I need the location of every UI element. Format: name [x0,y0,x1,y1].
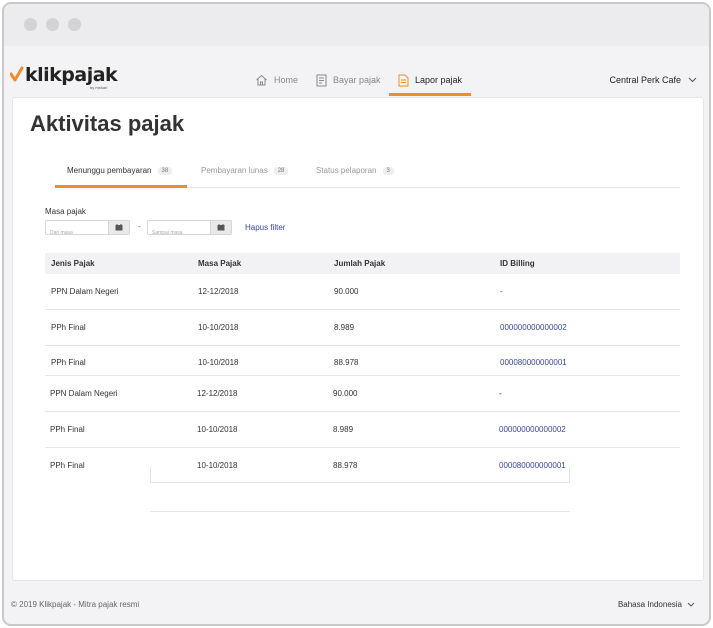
main-card: Aktivitas pajak Menunggu pembayaran 38 P… [12,97,704,581]
check-logo-icon [10,66,24,82]
tab-count-badge: 3 [382,166,394,175]
table-header: Jenis Pajak Masa Pajak Jumlah Pajak ID B… [45,253,680,274]
column-header: Jenis Pajak [51,259,95,268]
calendar-icon[interactable] [108,221,129,234]
cell-jumlah-pajak: 8.989 [333,425,354,434]
tab-label: Pembayaran lunas [201,166,268,175]
window-close-dot[interactable] [24,18,37,31]
date-range-separator: - [138,222,141,231]
table-row[interactable]: PPh Final 10-10/2018 8.989 0000000000000… [45,310,680,346]
tab-label: Status pelaporan [316,166,377,175]
tab-count-badge: 28 [273,166,289,175]
tab-count-badge: 38 [157,166,173,175]
active-tab-indicator [55,185,187,188]
billing-id-link[interactable]: 000080000000001 [500,358,567,367]
table-row[interactable]: PPN Dalam Negeri 12-12/2018 90.000 - [45,376,680,412]
tab-pembayaran-lunas[interactable]: Pembayaran lunas 28 [201,166,289,175]
window-minimize-dot[interactable] [46,18,59,31]
date-from-field[interactable] [45,220,130,240]
table-row[interactable]: PPN Dalam Negeri 12-12/2018 90.000 - [45,274,680,310]
tab-label: Menunggu pembayaran [67,166,152,175]
cell-jenis-pajak: PPh Final [50,461,85,470]
cell-jenis-pajak: PPh Final [50,425,85,434]
table-overlay-outline [150,467,570,483]
cell-id-billing: - [499,389,502,398]
date-to-field[interactable] [147,220,232,240]
cell-jenis-pajak: PPh Final [51,358,86,367]
table-row[interactable]: PPh Final 10-10/2018 8.989 0000000000000… [45,412,680,448]
cell-jenis-pajak: PPh Final [51,323,86,332]
column-header: Jumlah Pajak [334,259,386,268]
language-switcher[interactable]: Bahasa Indonesia [618,600,695,609]
cell-jumlah-pajak: 90.000 [333,389,358,398]
column-header: ID Billing [500,259,535,268]
calendar-icon[interactable] [210,221,231,234]
cell-masa-pajak: 12-12/2018 [198,287,239,296]
language-label: Bahasa Indonesia [617,600,682,609]
company-switcher[interactable]: Central Perk Cafe [609,70,697,90]
window-maximize-dot[interactable] [68,18,81,31]
window-titlebar [4,4,709,46]
billing-id-link[interactable]: 000000000000002 [499,425,566,434]
table-bottom-divider [150,511,570,512]
cell-jumlah-pajak: 88.978 [334,358,359,367]
cell-jumlah-pajak: 8.989 [334,323,355,332]
brand-subtitle: by mekari [90,85,108,90]
receipt-icon [316,74,327,86]
reset-filter-link[interactable]: Hapus filter [245,223,285,232]
app-header: klikpajak by mekari Home Bayar pajak Lap… [4,46,709,96]
nav-home-label: Home [274,75,299,85]
cell-id-billing: - [500,287,503,296]
date-from-input[interactable] [46,226,108,240]
tab-menunggu-pembayaran[interactable]: Menunggu pembayaran 38 [67,166,173,175]
home-icon [256,74,267,86]
nav-home[interactable]: Home [255,70,298,90]
footer-copyright: © 2019 Klikpajak - Mitra pajak resmi [11,600,140,609]
nav-lapor-pajak-label: Lapor pajak [415,75,463,85]
tab-status-pelaporan[interactable]: Status pelaporan 3 [316,166,394,175]
report-icon [398,74,409,86]
table-row[interactable]: PPh Final 10-10/2018 88.978 000080000000… [45,346,680,376]
chevron-down-icon [687,602,695,607]
page-title: Aktivitas pajak [30,111,185,136]
browser-window: klikpajak by mekari Home Bayar pajak Lap… [2,2,711,626]
brand-name: klikpajak [25,64,118,86]
billing-id-link[interactable]: 000000000000002 [500,323,567,332]
nav-bayar-pajak-label: Bayar pajak [333,75,381,85]
date-to-input[interactable] [148,226,210,240]
filter-label: Masa pajak [45,207,86,216]
nav-lapor-pajak[interactable]: Lapor pajak [398,70,462,90]
company-name: Central Perk Cafe [609,75,681,85]
column-header: Masa Pajak [198,259,242,268]
cell-jumlah-pajak: 90.000 [334,287,359,296]
cell-masa-pajak: 10-10/2018 [198,323,239,332]
cell-masa-pajak: 12-12/2018 [197,389,238,398]
chevron-down-icon [688,77,697,83]
cell-masa-pajak: 10-10/2018 [198,358,239,367]
cell-jenis-pajak: PPN Dalam Negeri [51,287,119,296]
nav-bayar-pajak[interactable]: Bayar pajak [316,70,381,90]
cell-masa-pajak: 10-10/2018 [197,425,238,434]
active-nav-indicator [389,93,471,96]
cell-jenis-pajak: PPN Dalam Negeri [50,389,118,398]
